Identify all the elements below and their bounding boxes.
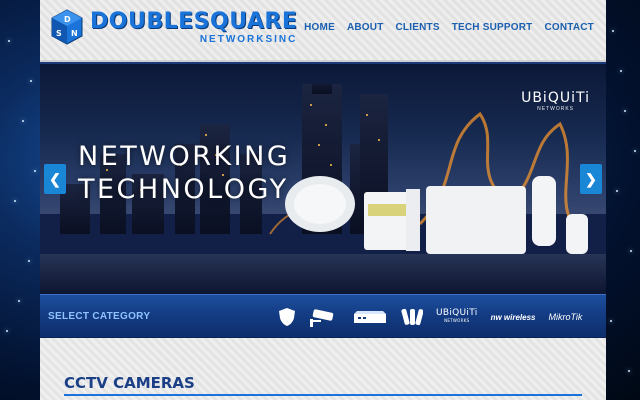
category-cctv[interactable]	[309, 305, 339, 329]
section-title: CCTV CAMERAS	[64, 374, 195, 392]
ubiquiti-brand-sub: NETWORKS	[444, 318, 470, 323]
ubiquiti-logo: UBiQUiTi NETWORKS	[521, 90, 590, 112]
category-bar: SELECT CATEGORY UBiQUiTi NETWORKS nw wir…	[40, 294, 606, 338]
section-divider	[64, 394, 582, 396]
category-brand-ubiquiti[interactable]: UBiQUiTi NETWORKS	[436, 305, 478, 329]
nw-wireless-brand-text: nw wireless	[490, 312, 536, 322]
logo-letter-d: D	[64, 15, 71, 24]
brand-text: DOUBLESQUARE NETWORKSINC	[90, 9, 298, 46]
category-icons: UBiQUiTi NETWORKS nw wireless MikroTik	[278, 305, 582, 329]
nav-tech-support[interactable]: TECH SUPPORT	[452, 22, 533, 33]
slider-next-button[interactable]: ❯	[580, 164, 602, 194]
antenna-icon	[401, 308, 423, 326]
category-security[interactable]	[278, 305, 296, 329]
shield-icon	[279, 308, 295, 326]
chevron-left-icon: ❮	[49, 170, 61, 187]
logo-letter-n: N	[71, 29, 78, 38]
slider-prev-button[interactable]: ❮	[44, 164, 66, 194]
doublesquare-logo-icon: D S N	[51, 9, 83, 45]
category-antennas[interactable]	[401, 305, 423, 329]
nav-home[interactable]: HOME	[304, 22, 335, 33]
hero-headline: NETWORKING TECHNOLOGY	[78, 140, 290, 206]
brand-subtitle: NETWORKSINC	[199, 34, 298, 45]
select-category-label: SELECT CATEGORY	[48, 311, 151, 322]
content-section: CCTV CAMERAS	[40, 338, 606, 400]
category-brand-nw-wireless[interactable]: nw wireless	[491, 305, 536, 329]
mikrotik-brand-text: MikroTik	[548, 312, 583, 322]
category-switches[interactable]	[352, 305, 388, 329]
page-container: D S N DOUBLESQUARE NETWORKSINC HOME ABOU…	[40, 0, 606, 400]
hero-slider: NETWORKING TECHNOLOGY UBiQUiTi NETWORKS …	[40, 62, 606, 294]
nav-clients[interactable]: CLIENTS	[396, 22, 440, 33]
logo-letter-s: S	[56, 29, 62, 38]
hero-headline-line2: TECHNOLOGY	[78, 174, 289, 205]
ubiquiti-logo-wordmark: UBiQUiTi	[521, 90, 590, 106]
category-brand-mikrotik[interactable]: MikroTik	[548, 305, 582, 329]
nav-contact[interactable]: CONTACT	[544, 22, 594, 33]
network-switch-icon	[354, 311, 386, 323]
cctv-camera-icon	[310, 309, 334, 327]
brand-name: DOUBLESQUARE	[90, 9, 298, 34]
hero-headline-line1: NETWORKING	[78, 141, 291, 172]
nav-about[interactable]: ABOUT	[347, 22, 384, 33]
chevron-right-icon: ❯	[585, 170, 597, 187]
brand-logo[interactable]: D S N DOUBLESQUARE NETWORKSINC	[48, 6, 297, 50]
main-nav: HOME ABOUT CLIENTS TECH SUPPORT CONTACT	[304, 22, 594, 33]
site-header: D S N DOUBLESQUARE NETWORKSINC HOME ABOU…	[40, 0, 606, 62]
ubiquiti-logo-sub: NETWORKS	[537, 106, 574, 112]
